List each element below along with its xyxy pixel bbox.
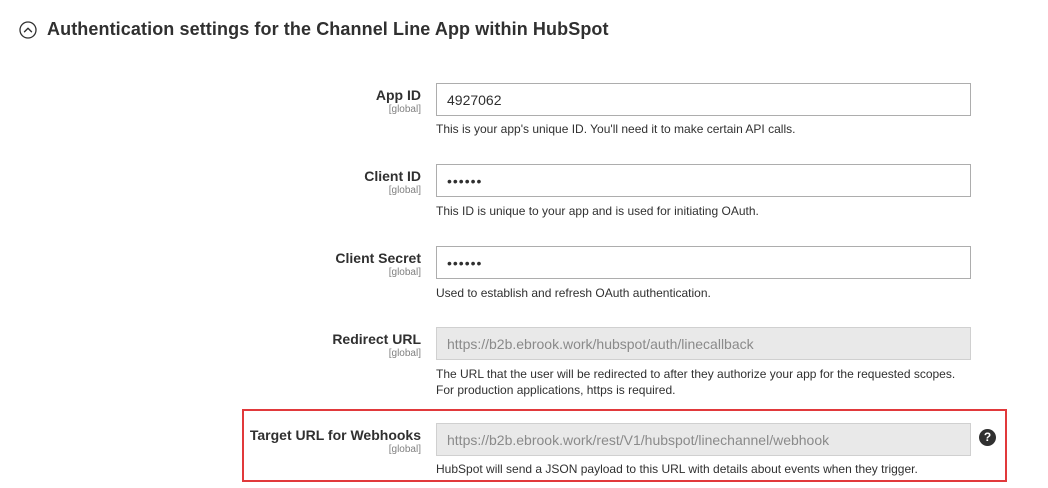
webhook-url-note: HubSpot will send a JSON payload to this… xyxy=(436,462,918,476)
section-header[interactable]: Authentication settings for the Channel … xyxy=(19,19,609,40)
app-id-scope: [global] xyxy=(388,104,421,115)
app-id-label-cell: App ID [global] xyxy=(376,86,421,116)
webhook-url-input xyxy=(436,423,971,456)
webhook-url-label: Target URL for Webhooks xyxy=(249,427,421,443)
app-id-label: App ID xyxy=(375,87,421,103)
chevron-up-circle-icon[interactable] xyxy=(19,20,37,39)
client-id-label: Client ID xyxy=(364,168,421,184)
client-secret-label: Client Secret xyxy=(335,250,421,266)
client-id-scope: [global] xyxy=(388,185,421,196)
client-secret-note: Used to establish and refresh OAuth auth… xyxy=(436,286,711,300)
client-secret-label-cell: Client Secret [global] xyxy=(335,249,421,279)
app-id-note: This is your app's unique ID. You'll nee… xyxy=(436,122,796,136)
redirect-url-label-cell: Redirect URL [global] xyxy=(332,330,421,360)
redirect-url-label: Redirect URL xyxy=(332,331,421,347)
client-id-input[interactable] xyxy=(436,164,971,197)
help-question-icon[interactable]: ? xyxy=(979,429,996,446)
client-id-label-cell: Client ID [global] xyxy=(364,167,421,197)
section-title: Authentication settings for the Channel … xyxy=(47,19,609,39)
app-id-input[interactable] xyxy=(436,83,971,116)
client-secret-input[interactable] xyxy=(436,246,971,279)
webhook-url-label-cell: Target URL for Webhooks [global] xyxy=(250,426,421,456)
redirect-url-note: The URL that the user will be redirected… xyxy=(436,367,956,397)
redirect-url-input xyxy=(436,327,971,360)
config-page: Authentication settings for the Channel … xyxy=(0,0,1048,488)
client-id-note: This ID is unique to your app and is use… xyxy=(436,204,759,218)
webhook-url-scope: [global] xyxy=(388,444,421,455)
redirect-url-scope: [global] xyxy=(388,348,421,359)
client-secret-scope: [global] xyxy=(388,267,421,278)
